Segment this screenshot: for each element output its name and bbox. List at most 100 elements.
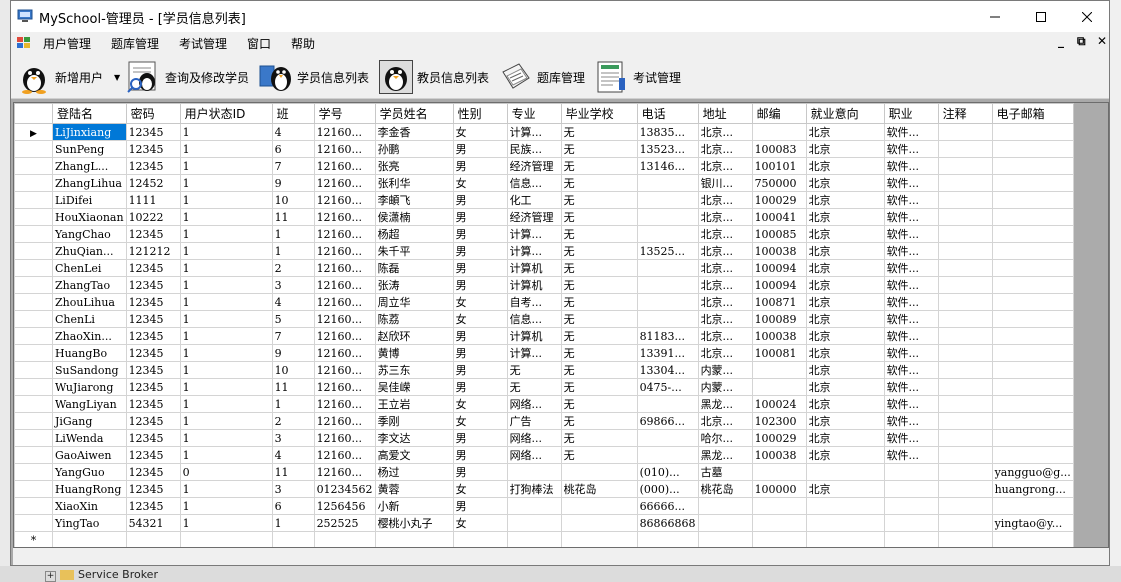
table-cell[interactable]: 102300 xyxy=(751,412,807,430)
table-cell[interactable]: 软件... xyxy=(883,208,939,226)
column-header[interactable]: 就业意向 xyxy=(805,103,885,124)
table-cell[interactable]: 无 xyxy=(560,276,638,294)
table-cell[interactable]: 无 xyxy=(560,327,638,345)
table-cell[interactable] xyxy=(991,123,1074,141)
table-cell[interactable]: 北京... xyxy=(697,225,753,243)
table-cell[interactable]: (000)... xyxy=(636,480,699,498)
table-cell[interactable]: 无 xyxy=(560,310,638,328)
table-cell[interactable] xyxy=(991,361,1074,379)
table-cell[interactable]: 12345 xyxy=(125,327,181,345)
table-cell[interactable]: 北京... xyxy=(697,344,753,362)
table-cell[interactable]: 1 xyxy=(271,225,315,243)
table-cell[interactable]: 1 xyxy=(179,123,273,141)
table-cell[interactable]: 北京... xyxy=(697,327,753,345)
table-cell[interactable]: 软件... xyxy=(883,395,939,413)
table-cell[interactable]: 11 xyxy=(271,378,315,396)
table-cell[interactable]: 陈荔 xyxy=(374,310,454,328)
table-cell[interactable] xyxy=(991,242,1074,260)
table-cell[interactable]: 男 xyxy=(452,191,508,209)
table-cell[interactable] xyxy=(991,259,1074,277)
table-cell[interactable] xyxy=(937,174,993,192)
table-cell[interactable]: 6 xyxy=(271,497,315,515)
table-cell[interactable]: 女 xyxy=(452,412,508,430)
table-cell[interactable]: 12160... xyxy=(313,429,376,447)
table-cell[interactable]: 12160... xyxy=(313,310,376,328)
table-row[interactable]: ZhangL... 12345 1 7 12160... 张亮男经济管理无 13146...… xyxy=(14,157,1074,175)
table-cell[interactable] xyxy=(751,123,807,141)
table-cell[interactable]: 12345 xyxy=(125,412,181,430)
table-cell[interactable]: 软件... xyxy=(883,191,939,209)
table-cell[interactable] xyxy=(991,429,1074,447)
table-cell[interactable]: 北京... xyxy=(697,259,753,277)
table-cell[interactable]: 网络... xyxy=(506,446,562,464)
table-cell[interactable]: 北京... xyxy=(697,123,753,141)
table-cell[interactable]: 12345 xyxy=(125,344,181,362)
table-cell[interactable]: 4 xyxy=(271,293,315,311)
table-cell[interactable]: 01234562 xyxy=(313,480,376,498)
table-cell[interactable] xyxy=(937,446,993,464)
table-cell[interactable] xyxy=(937,293,993,311)
table-cell[interactable]: 10222 xyxy=(125,208,181,226)
table-cell[interactable]: 1 xyxy=(179,140,273,158)
table-cell[interactable]: 1 xyxy=(271,514,315,532)
table-cell[interactable]: 121212 xyxy=(125,242,181,260)
table-cell[interactable] xyxy=(506,463,562,481)
row-header[interactable] xyxy=(14,497,53,515)
table-cell[interactable]: 3 xyxy=(271,276,315,294)
table-cell[interactable]: 女 xyxy=(452,310,508,328)
table-cell[interactable]: 自考... xyxy=(506,293,562,311)
table-cell[interactable]: 12160... xyxy=(313,327,376,345)
table-cell[interactable] xyxy=(991,531,1074,547)
table-cell[interactable]: 13523... xyxy=(636,140,699,158)
table-cell[interactable]: 男 xyxy=(452,463,508,481)
table-cell[interactable]: 无 xyxy=(560,191,638,209)
table-cell[interactable] xyxy=(937,276,993,294)
table-cell[interactable] xyxy=(52,531,127,547)
table-cell[interactable] xyxy=(636,208,699,226)
table-cell[interactable]: 张利华 xyxy=(374,174,454,192)
table-cell[interactable]: 经济管理 xyxy=(506,157,562,175)
table-cell[interactable]: 北京 xyxy=(805,412,885,430)
table-cell[interactable]: 1 xyxy=(271,395,315,413)
table-cell[interactable]: 12160... xyxy=(313,225,376,243)
table-cell[interactable]: 女 xyxy=(452,514,508,532)
table-cell[interactable]: 12160... xyxy=(313,242,376,260)
table-cell[interactable]: 12160... xyxy=(313,140,376,158)
row-header[interactable] xyxy=(14,463,53,481)
table-cell[interactable]: 6 xyxy=(271,140,315,158)
table-cell[interactable]: 11 xyxy=(271,208,315,226)
table-cell[interactable]: 化工 xyxy=(506,191,562,209)
column-header[interactable]: 用户状态ID xyxy=(179,103,273,124)
table-cell[interactable]: 12160... xyxy=(313,191,376,209)
table-cell[interactable] xyxy=(751,361,807,379)
table-cell[interactable]: 1 xyxy=(179,412,273,430)
table-cell[interactable]: 无 xyxy=(560,208,638,226)
table-cell[interactable]: 黑龙... xyxy=(697,395,753,413)
table-cell[interactable]: 软件... xyxy=(883,378,939,396)
table-cell[interactable] xyxy=(636,191,699,209)
table-cell[interactable] xyxy=(937,242,993,260)
table-cell[interactable]: 13304... xyxy=(636,361,699,379)
table-cell[interactable]: SunPeng xyxy=(52,140,127,158)
table-cell[interactable] xyxy=(937,463,993,481)
table-cell[interactable]: 无 xyxy=(560,429,638,447)
table-cell[interactable]: 软件... xyxy=(883,327,939,345)
table-cell[interactable]: 北京... xyxy=(697,157,753,175)
add-user-button[interactable]: 新增用户 xyxy=(17,58,103,96)
table-cell[interactable]: 哈尔... xyxy=(697,429,753,447)
table-cell[interactable]: 0 xyxy=(179,463,273,481)
table-cell[interactable]: 朱千平 xyxy=(374,242,454,260)
table-cell[interactable] xyxy=(506,497,562,515)
table-cell[interactable]: 无 xyxy=(560,123,638,141)
table-cell[interactable]: 1 xyxy=(179,378,273,396)
row-header[interactable] xyxy=(14,140,53,158)
row-header[interactable] xyxy=(14,242,53,260)
table-cell[interactable]: 无 xyxy=(560,174,638,192)
column-header[interactable]: 地址 xyxy=(697,103,753,124)
table-cell[interactable]: 北京 xyxy=(805,480,885,498)
table-cell[interactable]: 计算机 xyxy=(506,327,562,345)
table-cell[interactable]: 信息... xyxy=(506,174,562,192)
table-cell[interactable]: 北京... xyxy=(697,140,753,158)
table-cell[interactable] xyxy=(937,514,993,532)
table-cell[interactable] xyxy=(991,395,1074,413)
